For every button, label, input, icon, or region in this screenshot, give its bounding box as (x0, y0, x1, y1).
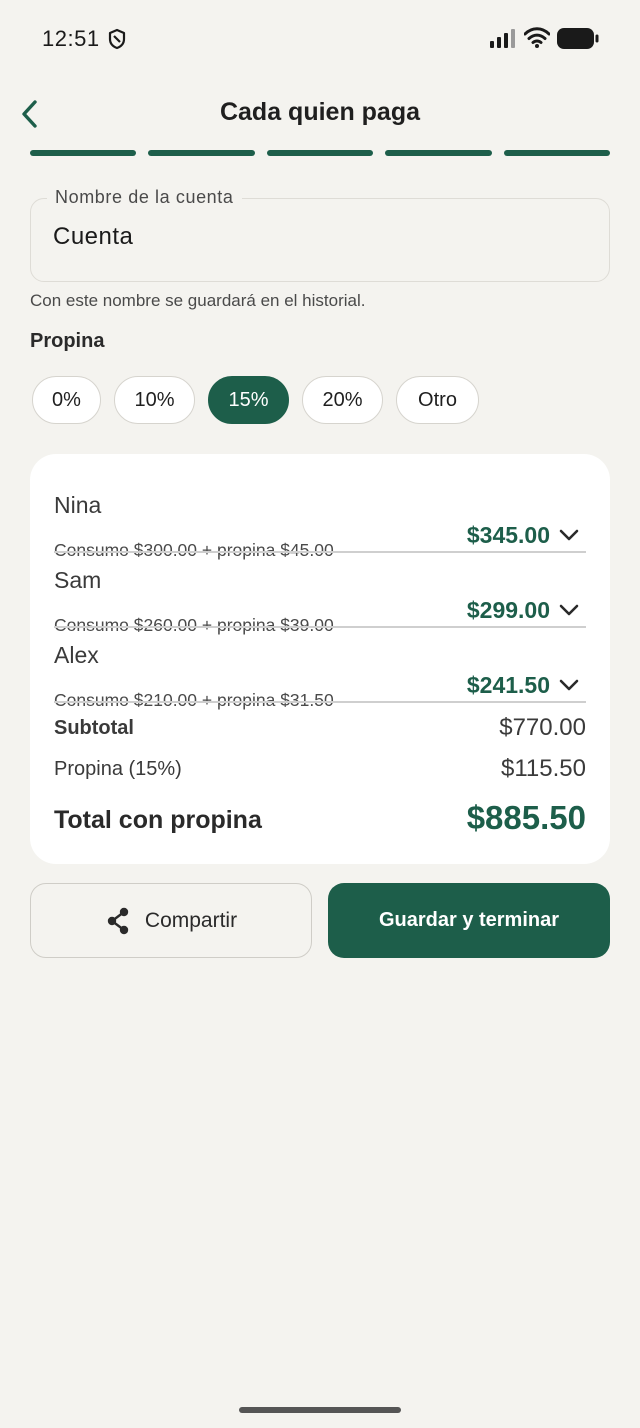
person-amount: $345.00 (466, 522, 550, 548)
progress-step (503, 150, 611, 156)
split-summary-card: Nina Consumo $300.00 + propina $45.00 $3… (30, 454, 610, 864)
signal-icon (490, 29, 515, 48)
person-amount: $299.00 (466, 597, 550, 623)
progress-step (266, 150, 374, 156)
progress-step (385, 150, 492, 156)
tip-section-title: Propina (30, 330, 105, 352)
share-button-label: Compartir (144, 908, 238, 932)
page-title: Cada quien paga (219, 98, 421, 126)
account-name-label: Nombre de la cuenta (47, 187, 242, 208)
status-time: 12:51 (42, 26, 100, 51)
subtotal-value: $770.00 (499, 714, 586, 741)
chevron-down-icon[interactable] (558, 528, 580, 542)
share-icon (107, 907, 129, 934)
person-row-sam[interactable]: Sam Consumo $260.00 + propina $39.00 $29… (54, 551, 586, 635)
tip-total-value: $115.50 (501, 755, 586, 782)
progress-step (148, 150, 255, 156)
account-name-field[interactable]: Nombre de la cuenta (30, 187, 610, 282)
person-row-alex[interactable]: Alex Consumo $210.00 + propina $31.50 $2… (54, 626, 586, 710)
row-divider (54, 701, 586, 703)
tip-chip-15[interactable]: 15% (208, 376, 289, 424)
person-amount: $241.50 (466, 672, 550, 698)
account-name-input[interactable] (53, 223, 573, 251)
grand-total-value: $885.50 (466, 799, 586, 836)
tip-chip-0[interactable]: 0% (32, 376, 101, 424)
status-bar: 12:51 (0, 0, 640, 78)
person-row-nina[interactable]: Nina Consumo $300.00 + propina $45.00 $3… (54, 476, 586, 560)
subtotal-label: Subtotal (54, 717, 134, 739)
progress-step (30, 150, 137, 156)
tip-chip-20[interactable]: 20% (302, 376, 383, 424)
save-button-label: Guardar y terminar (378, 909, 560, 931)
tip-total-label: Propina (15%) (54, 758, 182, 780)
person-name: Alex (54, 642, 99, 668)
step-progress (30, 150, 611, 156)
shield-icon (108, 28, 126, 50)
person-name: Nina (54, 492, 102, 518)
battery-icon (557, 28, 599, 49)
share-button[interactable]: Compartir (30, 883, 312, 958)
chevron-down-icon[interactable] (558, 603, 580, 617)
tip-options: 0% 10% 15% 20% Otro (32, 376, 479, 424)
home-indicator[interactable] (239, 1407, 401, 1413)
grand-total-label: Total con propina (54, 806, 262, 834)
screen: 12:51 Cada quien paga Nombre de la cuent… (0, 0, 640, 1428)
tip-chip-other[interactable]: Otro (396, 376, 479, 424)
save-and-finish-button[interactable]: Guardar y terminar (328, 883, 610, 958)
account-name-helper: Con este nombre se guardará en el histor… (30, 291, 366, 310)
wifi-icon (524, 27, 550, 48)
person-name: Sam (54, 567, 102, 593)
chevron-down-icon[interactable] (558, 678, 580, 692)
tip-chip-10[interactable]: 10% (114, 376, 195, 424)
